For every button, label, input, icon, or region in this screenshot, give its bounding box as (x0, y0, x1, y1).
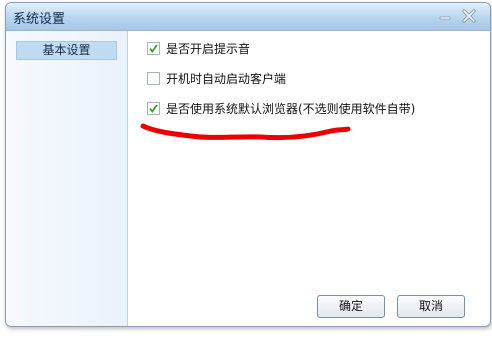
cancel-button[interactable]: 取消 (397, 295, 465, 318)
system-settings-dialog: 系统设置 基本设置 是否开启提示音 开机时自动启动客户端 是否使用系统默认浏览器… (5, 2, 491, 327)
red-underline-annotation (140, 123, 351, 141)
ok-button[interactable]: 确定 (317, 295, 385, 318)
